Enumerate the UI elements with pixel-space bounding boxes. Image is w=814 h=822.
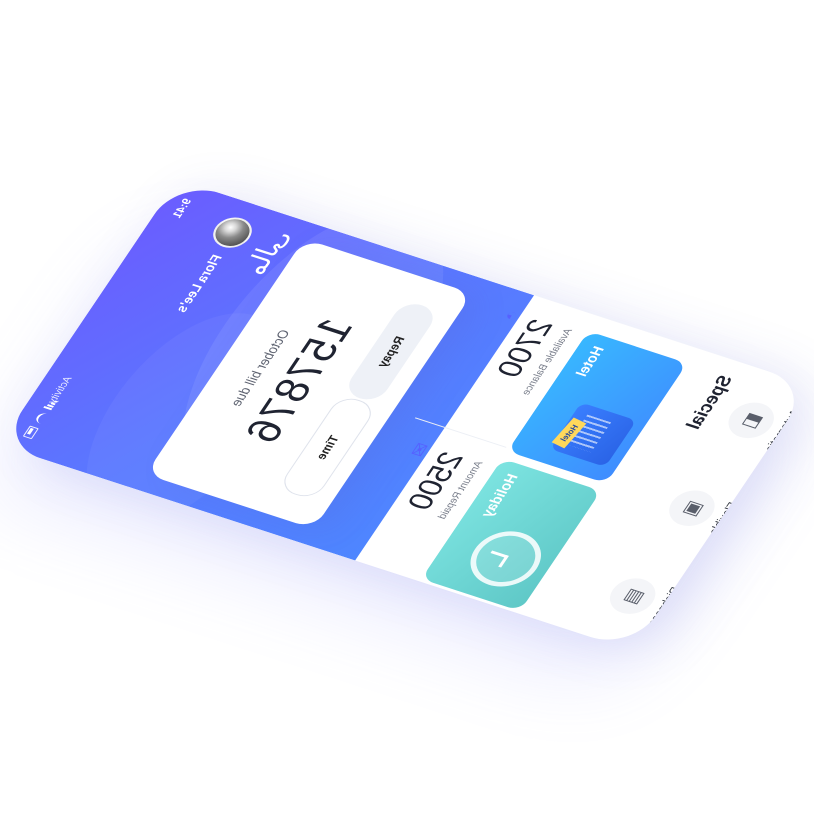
wifi-icon bbox=[33, 412, 48, 425]
status-icons bbox=[22, 398, 58, 440]
signal-icon bbox=[42, 398, 57, 411]
user-name: Flora Lee's bbox=[171, 252, 225, 314]
balance-icon: ◔ bbox=[497, 307, 524, 324]
avatar[interactable] bbox=[206, 213, 259, 253]
battery-icon bbox=[22, 425, 39, 440]
hotel-card-title: Hotel bbox=[571, 344, 608, 379]
status-time: 9:41 bbox=[170, 197, 195, 220]
clock-icon bbox=[457, 523, 554, 595]
app-showcase: 9:41 Activity Flora Lee's مالی October b… bbox=[0, 0, 814, 822]
